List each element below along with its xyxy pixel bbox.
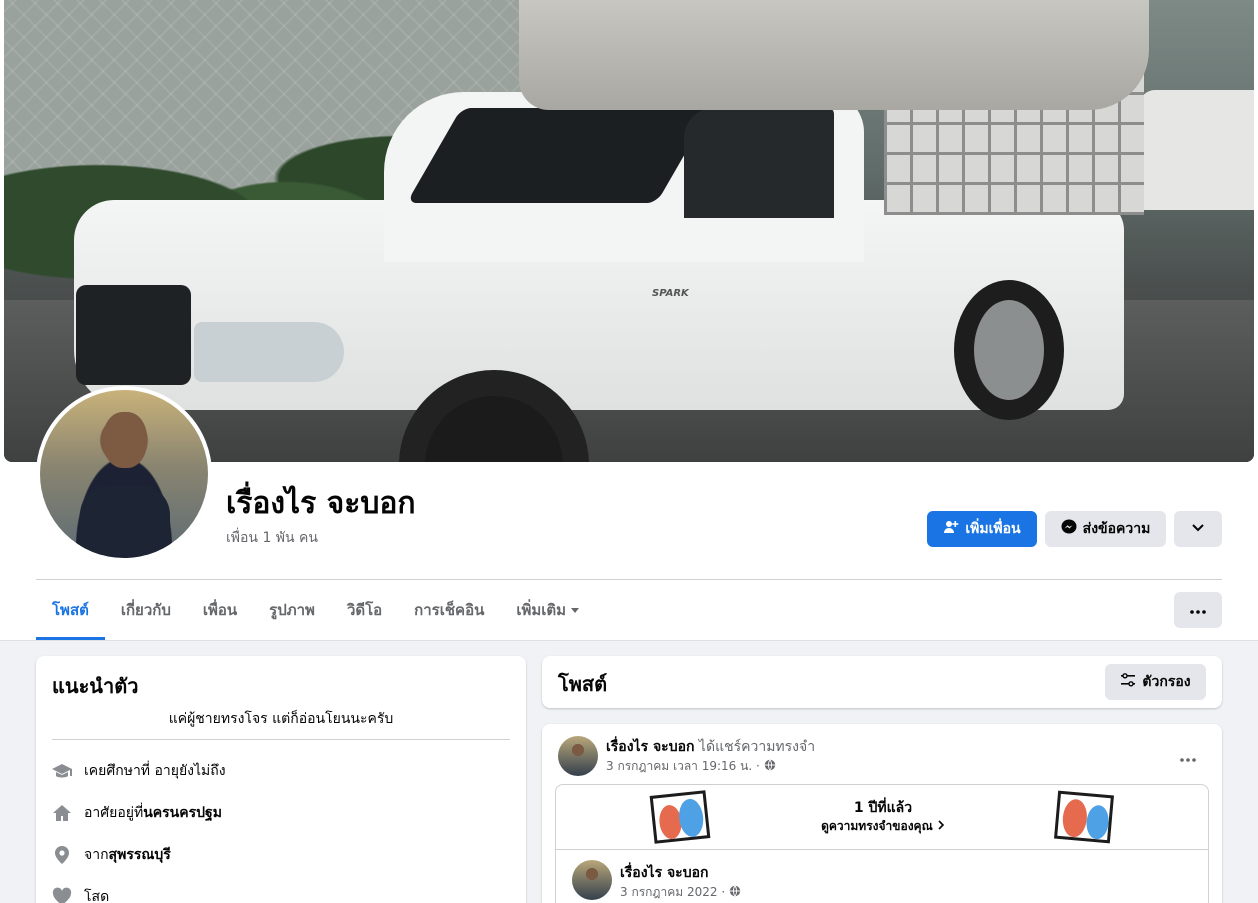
memory-link[interactable]: ดูความทรงจำของคุณ (556, 817, 1210, 835)
chevron-right-icon (937, 819, 945, 833)
tab-checkins[interactable]: การเช็คอิน (398, 580, 500, 640)
profile-more-dropdown[interactable] (1174, 511, 1222, 547)
shared-timestamp[interactable]: 3 กรกฎาคม 2022 · (620, 883, 725, 902)
post-action-text: ได้แชร์ความทรงจำ (694, 739, 816, 755)
filter-button[interactable]: ตัวกรอง (1105, 664, 1206, 700)
tab-label: เพิ่มเติม (516, 601, 567, 619)
tab-friends[interactable]: เพื่อน (187, 580, 253, 640)
tab-label: เพื่อน (202, 601, 238, 619)
intro-item-relationship: โสด (52, 886, 109, 903)
friend-count[interactable]: เพื่อน 1 พัน คน (226, 528, 318, 548)
tab-photos[interactable]: รูปภาพ (253, 580, 331, 640)
heart-icon (52, 887, 72, 903)
tab-label: วิดีโอ (346, 601, 383, 619)
send-message-button[interactable]: ส่งข้อความ (1045, 511, 1166, 547)
post-timestamp[interactable]: 3 กรกฎาคม เวลา 19:16 น. · (606, 757, 760, 776)
more-dots-icon (1190, 602, 1206, 618)
profile-name: เรื่องไร จะบอก (226, 486, 416, 521)
intro-divider (52, 739, 510, 740)
graduation-cap-icon (52, 761, 72, 781)
intro-item-bold[interactable]: สุพรรณบุรี (109, 844, 171, 866)
intro-item-text: จาก (84, 847, 109, 863)
tab-videos[interactable]: วิดีโอ (331, 580, 398, 640)
caret-down-icon (570, 601, 580, 619)
intro-item-bold[interactable]: นครนครปฐม (143, 802, 222, 824)
filter-label: ตัวกรอง (1142, 674, 1191, 690)
add-friend-button[interactable]: เพิ่มเพื่อน (927, 511, 1037, 547)
globe-icon (729, 885, 741, 900)
tab-label: รูปภาพ (269, 601, 315, 619)
profile-header: SPARK เรื่องไร จะบอก เพื่อน 1 พัน คน เพิ… (0, 0, 1258, 640)
cover-headlight (194, 322, 344, 382)
shared-meta: 3 กรกฎาคม 2022 · (620, 883, 741, 902)
messenger-icon (1061, 519, 1077, 539)
intro-bio: แค่ผู้ชายทรงโจร แต่ก็อ่อนโยนนะครับ (168, 711, 394, 727)
posts-title: โพสต์ (558, 672, 608, 696)
intro-item-from: จาก สุพรรณบุรี (52, 844, 171, 866)
chevron-down-icon (1191, 520, 1205, 538)
memory-link-label: ดูความทรงจำของคุณ (821, 819, 933, 833)
post-meta: 3 กรกฎาคม เวลา 19:16 น. · (606, 757, 776, 776)
globe-icon (764, 759, 776, 774)
shared-post: เรื่องไร จะบอก 3 กรกฎาคม 2022 · (555, 850, 1209, 903)
home-icon (52, 803, 72, 823)
cover-badge-text: SPARK (652, 288, 689, 299)
tab-label: โพสต์ (52, 601, 89, 619)
cover-grille (76, 285, 191, 385)
cover-rear-wheel (954, 280, 1064, 420)
cover-van (1139, 90, 1254, 210)
memory-banner[interactable]: 1 ปีที่แล้ว ดูความทรงจำของคุณ (555, 784, 1209, 850)
send-message-label: ส่งข้อความ (1082, 521, 1151, 537)
intro-card: แนะนำตัว แค่ผู้ชายทรงโจร แต่ก็อ่อนโยนนะค… (36, 656, 526, 903)
intro-item-education: เคยศึกษาที่ อายุยังไม่ถึง (52, 760, 226, 782)
post-header: เรื่องไร จะบอก ได้แชร์ความทรงจำ (606, 736, 815, 758)
tabs-more-button[interactable] (1174, 592, 1222, 628)
add-friend-label: เพิ่มเพื่อน (965, 521, 1021, 537)
post-author-name[interactable]: เรื่องไร จะบอก (606, 739, 694, 755)
shared-author-avatar[interactable] (572, 860, 612, 900)
intro-item-text: เคยศึกษาที่ อายุยังไม่ถึง (84, 763, 226, 779)
location-pin-icon (52, 845, 72, 865)
posts-header-card: โพสต์ ตัวกรอง (542, 656, 1222, 708)
tab-label: การเช็คอิน (414, 601, 485, 619)
memory-illustration-right (1054, 790, 1114, 844)
post-author-avatar[interactable] (558, 736, 598, 776)
cover-photo[interactable]: SPARK (4, 0, 1254, 462)
intro-item-text: อาศัยอยู่ที่ (84, 805, 144, 821)
cover-side-window (684, 108, 834, 218)
filter-sliders-icon (1120, 672, 1136, 692)
profile-tabs: โพสต์ เกี่ยวกับ เพื่อน รูปภาพ วิดีโอ การ… (36, 580, 596, 640)
intro-item-lives: อาศัยอยู่ที่ นครนครปฐม (52, 802, 222, 824)
add-friend-icon (943, 519, 959, 539)
post-options-button[interactable] (1170, 738, 1206, 774)
shared-author-name[interactable]: เรื่องไร จะบอก (620, 862, 708, 884)
intro-title: แนะนำตัว (52, 674, 139, 698)
intro-item-text: โสด (84, 889, 110, 903)
post-card: เรื่องไร จะบอก ได้แชร์ความทรงจำ 3 กรกฎาค… (542, 724, 1222, 903)
tab-more[interactable]: เพิ่มเติม (500, 580, 596, 640)
cover-tarp (519, 0, 1149, 110)
more-dots-icon (1180, 747, 1196, 766)
tab-posts[interactable]: โพสต์ (36, 580, 105, 640)
header-shadow (0, 640, 1258, 641)
profile-avatar[interactable] (36, 386, 212, 562)
avatar-head (103, 412, 147, 468)
avatar-shirt (80, 485, 170, 555)
tab-about[interactable]: เกี่ยวกับ (105, 580, 187, 640)
tab-label: เกี่ยวกับ (120, 601, 171, 619)
